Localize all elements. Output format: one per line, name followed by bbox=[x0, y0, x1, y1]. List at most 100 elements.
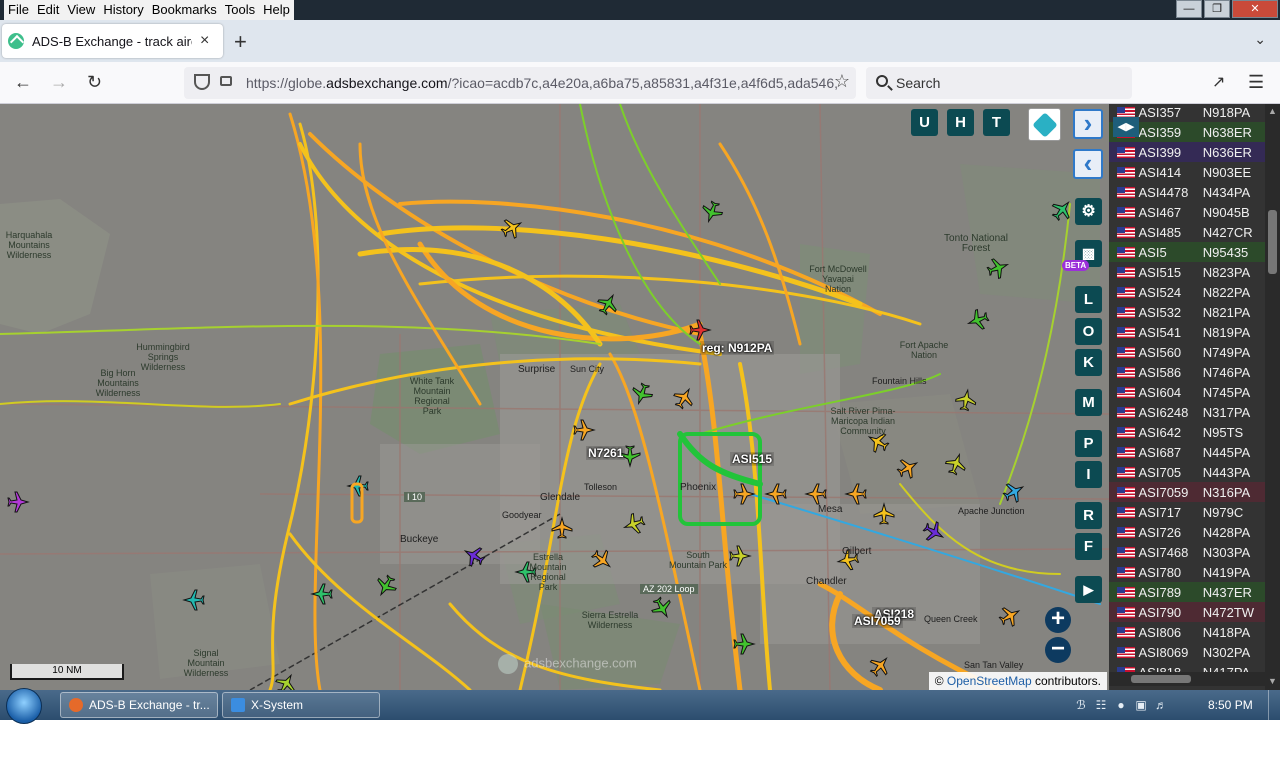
table-row[interactable]: ASI532 N821PA bbox=[1109, 302, 1265, 322]
us-flag-icon bbox=[1117, 166, 1135, 178]
menu-file[interactable]: File bbox=[4, 0, 33, 20]
menu-view[interactable]: View bbox=[63, 0, 99, 20]
openstreetmap-link[interactable]: OpenStreetMap bbox=[947, 674, 1032, 688]
taskbar-firefox[interactable]: ADS-B Exchange - tr... bbox=[60, 692, 218, 718]
table-row[interactable]: ASI642 N95TS bbox=[1109, 422, 1265, 442]
aircraft-label-n912pa[interactable]: reg: N912PA bbox=[700, 341, 775, 355]
close-icon[interactable]: ✕ bbox=[1232, 0, 1278, 18]
callsign-cell: ASI515 bbox=[1138, 264, 1182, 280]
scroll-up-icon[interactable]: ▲ bbox=[1268, 106, 1277, 116]
table-row[interactable]: ASI687 N445PA bbox=[1109, 442, 1265, 462]
search-input[interactable]: Search bbox=[866, 67, 1132, 99]
table-row[interactable]: ASI586 N746PA bbox=[1109, 362, 1265, 382]
aircraft-label-n7261[interactable]: N7261 bbox=[586, 446, 626, 460]
vertical-scrollbar[interactable]: ▲ ▼ bbox=[1265, 104, 1280, 690]
k-toggle-button[interactable]: K bbox=[1075, 349, 1102, 376]
restore-icon[interactable]: ❐ bbox=[1204, 0, 1230, 18]
tab-adsb-exchange[interactable]: ADS-B Exchange - track aircraft × bbox=[2, 24, 223, 58]
h-toggle-button[interactable]: H bbox=[947, 109, 974, 136]
l-toggle-button[interactable]: L bbox=[1075, 286, 1102, 313]
table-row[interactable]: ASI705 N443PA bbox=[1109, 462, 1265, 482]
table-row[interactable]: ASI604 N745PA bbox=[1109, 382, 1265, 402]
table-row[interactable]: ASI7059 N316PA bbox=[1109, 482, 1265, 502]
table-row[interactable]: ASI789 N437ER bbox=[1109, 582, 1265, 602]
registration-cell: N903EE bbox=[1202, 164, 1252, 180]
site-lock-icon[interactable] bbox=[220, 76, 232, 86]
table-row[interactable]: ASI717 N979C bbox=[1109, 502, 1265, 522]
scroll-thumb[interactable] bbox=[1268, 210, 1277, 274]
action-center-icon[interactable]: ▣ bbox=[1134, 698, 1148, 712]
forward-icon[interactable]: → bbox=[50, 72, 68, 93]
menu-history[interactable]: History bbox=[99, 0, 147, 20]
replay-button[interactable]: ▶ bbox=[1075, 576, 1102, 603]
table-row[interactable]: ASI6248 N317PA bbox=[1109, 402, 1265, 422]
callsign-cell: ASI717 bbox=[1138, 504, 1182, 520]
table-row[interactable]: ASI806 N418PA bbox=[1109, 622, 1265, 642]
callsign-cell: ASI399 bbox=[1138, 144, 1182, 160]
steam-icon[interactable]: ● bbox=[1114, 698, 1128, 712]
menu-help[interactable]: Help bbox=[259, 0, 294, 20]
close-tab-icon[interactable]: × bbox=[200, 32, 209, 50]
callsign-cell: ASI532 bbox=[1138, 304, 1182, 320]
r-toggle-button[interactable]: R bbox=[1075, 502, 1102, 529]
i-toggle-button[interactable]: I bbox=[1075, 461, 1102, 488]
table-row[interactable]: ASI541 N819PA bbox=[1109, 322, 1265, 342]
reload-icon[interactable]: ↻ bbox=[87, 72, 102, 93]
zoom-out-button[interactable]: − bbox=[1045, 637, 1071, 663]
f-toggle-button[interactable]: F bbox=[1075, 533, 1102, 560]
table-row[interactable]: ASI8069 N302PA bbox=[1109, 642, 1265, 662]
table-row[interactable]: ASI524 N822PA bbox=[1109, 282, 1265, 302]
table-row[interactable]: ASI515 N823PA bbox=[1109, 262, 1265, 282]
map-view[interactable]: Harquahala Mountains Wilderness Hummingb… bbox=[0, 104, 1109, 690]
expand-sidebar-button[interactable]: › bbox=[1073, 109, 1103, 139]
bookmark-star-icon[interactable]: ☆ bbox=[834, 71, 850, 92]
table-row[interactable]: ASI726 N428PA bbox=[1109, 522, 1265, 542]
t-toggle-button[interactable]: T bbox=[983, 109, 1010, 136]
menu-bookmarks[interactable]: Bookmarks bbox=[148, 0, 221, 20]
menu-tools[interactable]: Tools bbox=[221, 0, 259, 20]
registration-cell: N749PA bbox=[1202, 344, 1251, 360]
horizontal-scrollbar[interactable] bbox=[1109, 672, 1265, 686]
show-desktop-button[interactable] bbox=[1268, 690, 1280, 720]
table-row[interactable]: ASI560 N749PA bbox=[1109, 342, 1265, 362]
url-bar[interactable]: https://globe. adsbexchange.com/?icao=acd… bbox=[184, 67, 856, 99]
m-toggle-button[interactable]: M bbox=[1075, 389, 1102, 416]
tracking-shield-icon[interactable] bbox=[194, 74, 210, 90]
taskbar-xsystem[interactable]: X-System bbox=[222, 692, 380, 718]
resize-handle-icon[interactable]: ◀▶ bbox=[1113, 117, 1139, 137]
u-toggle-button[interactable]: U bbox=[911, 109, 938, 136]
table-row[interactable]: ASI7468 N303PA bbox=[1109, 542, 1265, 562]
clock[interactable]: 8:50 PM bbox=[1208, 698, 1253, 712]
p-toggle-button[interactable]: P bbox=[1075, 430, 1102, 457]
bluetooth-icon[interactable]: ℬ bbox=[1074, 698, 1088, 712]
minimize-icon[interactable]: — bbox=[1176, 0, 1202, 18]
volume-icon[interactable]: ♬ bbox=[1154, 698, 1168, 712]
start-button[interactable] bbox=[6, 688, 42, 724]
list-all-tabs-icon[interactable]: ⌄ bbox=[1254, 31, 1266, 48]
zoom-in-button[interactable]: + bbox=[1045, 607, 1071, 633]
back-icon[interactable]: ← bbox=[14, 72, 32, 93]
attribution-prefix: © bbox=[934, 674, 944, 688]
table-row[interactable]: ASI790 N472TW bbox=[1109, 602, 1265, 622]
new-tab-icon[interactable]: + bbox=[234, 29, 247, 55]
table-row[interactable]: ASI5 N95435 bbox=[1109, 242, 1265, 262]
o-toggle-button[interactable]: O bbox=[1075, 318, 1102, 345]
table-row[interactable]: ASI467 N9045B bbox=[1109, 202, 1265, 222]
table-row[interactable]: ASI780 N419PA bbox=[1109, 562, 1265, 582]
collapse-sidebar-button[interactable]: ‹ bbox=[1073, 149, 1103, 179]
layers-button[interactable] bbox=[1028, 108, 1061, 141]
table-row[interactable]: ASI414 N903EE bbox=[1109, 162, 1265, 182]
settings-button[interactable]: ⚙ bbox=[1075, 198, 1102, 225]
table-row[interactable]: ASI4478 N434PA bbox=[1109, 182, 1265, 202]
network-icon[interactable]: ☷ bbox=[1094, 698, 1108, 712]
table-row[interactable]: ASI485 N427CR bbox=[1109, 222, 1265, 242]
table-row[interactable]: ASI399 N636ER bbox=[1109, 142, 1265, 162]
app-menu-icon[interactable]: ☰ bbox=[1248, 72, 1264, 93]
scroll-thumb[interactable] bbox=[1131, 675, 1191, 683]
scroll-down-icon[interactable]: ▼ bbox=[1268, 676, 1277, 686]
share-icon[interactable]: ↗ bbox=[1212, 72, 1225, 92]
aircraft-label-asi515[interactable]: ASI515 bbox=[730, 452, 775, 466]
menu-edit[interactable]: Edit bbox=[33, 0, 63, 20]
us-flag-icon bbox=[1117, 266, 1135, 278]
aircraft-label-asi7059[interactable]: ASI7059 bbox=[852, 614, 903, 628]
